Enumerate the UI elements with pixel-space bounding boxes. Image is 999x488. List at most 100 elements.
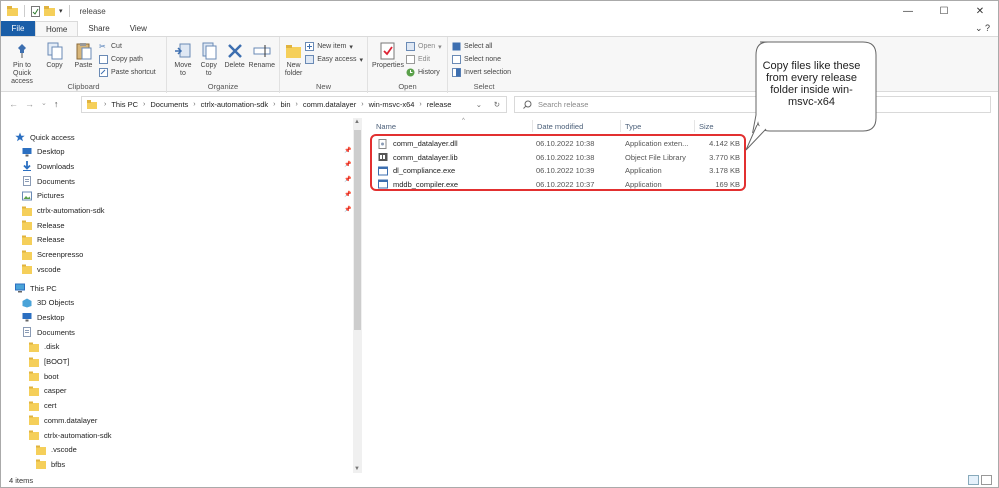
ribbon-expand-icon[interactable]: ⌄ ? (975, 23, 990, 34)
select-none-button[interactable]: Select none (452, 54, 511, 65)
nav-item[interactable]: ctrlx-automation-sdk (29, 428, 112, 442)
column-name[interactable]: ^ Name (376, 118, 536, 132)
open-dropdown-icon: ▾ (438, 43, 442, 51)
new-item-dropdown-icon: ▾ (349, 43, 353, 51)
pictures-icon (22, 191, 32, 201)
nav-item[interactable]: This PC (15, 281, 57, 295)
rename-icon (253, 45, 271, 57)
column-type[interactable]: Type (620, 120, 694, 132)
scroll-down-icon[interactable]: ▼ (354, 466, 360, 472)
up-arrow-icon[interactable]: ↑ (54, 99, 59, 109)
history-icon (406, 68, 415, 77)
desktop-icon (22, 313, 32, 322)
nav-item[interactable]: .vscode (36, 443, 77, 457)
back-arrow-icon[interactable]: ← (9, 99, 18, 109)
organize-group: Move to Copy to Delete Rename Organize (167, 37, 280, 93)
nav-item-label: Quick access (30, 132, 75, 142)
refresh-icon[interactable]: ↻ (494, 100, 500, 109)
scrollbar-thumb[interactable] (354, 130, 361, 330)
nav-item[interactable]: Quick access (15, 130, 75, 144)
address-bar[interactable]: › This PC › Documents › ctrlx-automation-sd… (81, 96, 507, 113)
column-size-label: Size (699, 121, 714, 131)
easy-access-icon (305, 55, 315, 64)
scroll-up-icon[interactable]: ▲ (354, 119, 360, 125)
history-button[interactable]: History (406, 67, 442, 78)
nav-item[interactable]: Documents (22, 174, 75, 188)
nav-item[interactable]: .disk (29, 340, 59, 354)
folder-icon (22, 235, 32, 245)
nav-item[interactable]: Desktop (22, 310, 65, 324)
breadcrumb-bin[interactable]: bin (281, 100, 291, 109)
nav-item[interactable]: bfbs (36, 457, 65, 471)
recent-locations-icon[interactable]: ⌄ (41, 99, 47, 109)
item-count: 4 items (9, 475, 34, 485)
open-label: Open (418, 43, 436, 50)
tab-file[interactable]: File (1, 21, 35, 36)
nav-item[interactable]: Screenpresso (22, 248, 83, 262)
nav-item[interactable]: cert (29, 399, 57, 413)
new-item-icon (305, 42, 315, 51)
callout-text: Copy files like these from every release… (762, 60, 861, 108)
large-icons-view-icon[interactable] (981, 475, 992, 485)
nav-item[interactable]: comm.datalayer (29, 413, 97, 427)
select-all-icon (452, 42, 461, 51)
nav-item-label: comm.datalayer (44, 415, 98, 425)
nav-item[interactable]: Downloads (22, 159, 74, 173)
navigation-pane: Quick access Desktop 📌 Downloads 📌 Documents 📌… (1, 121, 363, 473)
nav-item[interactable]: ctrlx-automation-sdk (22, 204, 105, 218)
breadcrumb-documents[interactable]: Documents (150, 100, 188, 109)
forward-arrow-icon[interactable]: → (25, 99, 34, 109)
tab-share[interactable]: Share (78, 21, 119, 36)
breadcrumb-ctrlx-sdk[interactable]: ctrlx-automation-sdk (201, 100, 269, 109)
nav-item[interactable]: Release (22, 218, 65, 232)
new-folder-qat-icon[interactable] (44, 6, 55, 16)
nav-item[interactable]: Desktop (22, 145, 65, 159)
tab-view[interactable]: View (120, 21, 157, 36)
breadcrumb-this-pc[interactable]: This PC (111, 100, 138, 109)
properties-qat-icon[interactable] (31, 5, 40, 17)
breadcrumb-release[interactable]: release (427, 100, 452, 109)
nav-item[interactable]: 3D Objects (22, 296, 74, 310)
new-item-button[interactable]: New item ▾ (305, 41, 363, 52)
column-date[interactable]: Date modified (532, 120, 620, 132)
nav-item[interactable]: [BOOT] (29, 355, 69, 369)
nav-item[interactable]: Release (22, 233, 65, 247)
tab-home[interactable]: Home (35, 21, 79, 36)
nav-item-label: 3D Objects (37, 298, 75, 308)
folder-icon (29, 430, 39, 440)
minimize-button[interactable]: — (890, 1, 926, 21)
maximize-button[interactable]: ☐ (926, 1, 962, 21)
copy-path-icon (99, 55, 108, 64)
folder-icon (22, 264, 32, 275)
edit-button[interactable]: Edit (406, 54, 442, 65)
open-button[interactable]: Open ▾ (406, 41, 442, 52)
nav-item[interactable]: Pictures (22, 189, 64, 203)
nav-item-label: casper (44, 386, 67, 396)
breadcrumb-comm-datalayer[interactable]: comm.datalayer (303, 100, 356, 109)
breadcrumb-win-msvc[interactable]: win-msvc-x64 (369, 100, 415, 109)
nav-scrollbar[interactable]: ▲ ▼ (353, 118, 362, 473)
nav-item[interactable]: vscode (22, 262, 61, 276)
copy-path-button[interactable]: Copy path (99, 54, 156, 65)
paste-shortcut-button[interactable]: Paste shortcut (99, 67, 156, 78)
invert-selection-button[interactable]: Invert selection (452, 67, 511, 78)
select-all-button[interactable]: Select all (452, 41, 511, 52)
sort-up-icon: ^ (462, 118, 465, 124)
folder-icon (29, 357, 39, 367)
nav-item[interactable]: boot (29, 369, 59, 383)
easy-access-button[interactable]: Easy access ▾ (305, 54, 363, 65)
address-dropdown-icon[interactable]: ⌄ (476, 100, 482, 109)
close-button[interactable]: ✕ (962, 1, 998, 21)
new-item-label: New item (317, 43, 347, 50)
easy-access-dropdown-icon: ▾ (359, 56, 363, 64)
column-name-label: Name (376, 121, 397, 131)
nav-item-label: [BOOT] (44, 357, 70, 366)
qat-dropdown-icon[interactable]: ▾ (59, 7, 63, 15)
chevron-right-icon: › (419, 101, 422, 108)
details-view-icon[interactable] (968, 475, 979, 485)
status-bar: 4 items (1, 473, 998, 487)
nav-item[interactable]: casper (29, 384, 67, 398)
nav-item[interactable]: Documents (22, 325, 75, 339)
cut-button[interactable]: ✂ Cut (99, 41, 156, 52)
ribbon-tabs: File Home Share View ⌄ ? (1, 21, 998, 36)
